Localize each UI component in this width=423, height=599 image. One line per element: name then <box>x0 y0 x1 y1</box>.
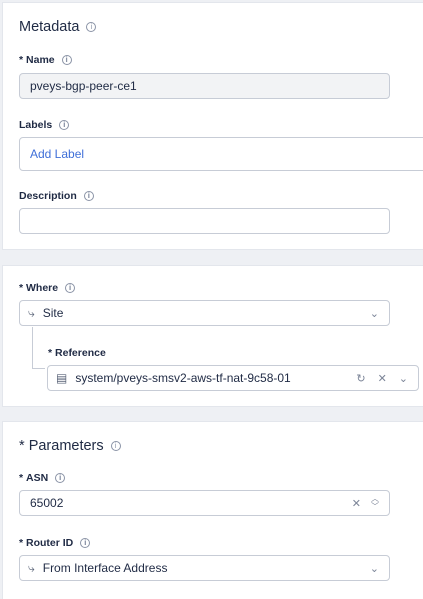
info-icon[interactable]: i <box>80 538 91 548</box>
parameters-card: * Parameters i * ASN i 65002 ✕ ︿ ﹀ * Rout… <box>2 421 423 599</box>
asn-value: 65002 <box>30 496 64 510</box>
info-icon[interactable]: i <box>86 22 97 32</box>
metadata-card: Metadata i * Name i pveys-bgp-peer-ce1 L… <box>2 2 423 250</box>
description-field[interactable] <box>19 208 390 234</box>
close-icon[interactable]: ✕ <box>352 497 361 510</box>
asn-label: * ASN i <box>19 472 66 484</box>
required-mark: * <box>19 438 25 454</box>
info-icon[interactable]: i <box>83 191 94 201</box>
where-card: * Where i ⤷ Site ⌄ * Reference ▤ system/… <box>2 265 423 407</box>
name-value: pveys-bgp-peer-ce1 <box>30 79 137 93</box>
parameters-title: Parameters <box>28 438 104 454</box>
asn-label-text: ASN <box>26 472 49 484</box>
asn-input[interactable]: 65002 ✕ ︿ ﹀ <box>19 490 390 516</box>
chevron-down-icon[interactable]: ⌄ <box>370 307 379 320</box>
refresh-icon[interactable]: ↻ <box>356 372 365 385</box>
metadata-section-title: Metadata i <box>19 19 97 35</box>
router-id-value: From Interface Address <box>42 561 168 575</box>
required-mark: * <box>19 282 24 294</box>
info-icon[interactable]: i <box>61 55 72 65</box>
labels-field[interactable]: Add Label <box>19 137 423 171</box>
description-label: Description i <box>19 190 94 202</box>
reference-label: * Reference <box>48 347 106 359</box>
chevron-down-icon[interactable]: ⌄ <box>399 372 408 385</box>
name-field[interactable]: pveys-bgp-peer-ce1 <box>19 73 390 99</box>
document-icon: ▤ <box>56 371 68 385</box>
reference-label-text: Reference <box>55 347 106 359</box>
where-label-text: Where <box>26 282 59 294</box>
name-label: * Name i <box>19 54 72 66</box>
tree-connector <box>32 327 45 369</box>
close-icon[interactable]: ✕ <box>378 372 387 385</box>
info-icon[interactable]: i <box>55 473 66 483</box>
info-icon[interactable]: i <box>65 283 76 293</box>
required-mark: * <box>19 537 24 549</box>
description-label-text: Description <box>19 190 77 202</box>
required-mark: * <box>19 472 24 484</box>
where-label: * Where i <box>19 282 76 294</box>
reference-value: system/pveys-smsv2-aws-tf-nat-9c58-01 <box>75 371 291 385</box>
name-label-text: Name <box>26 54 55 66</box>
metadata-title: Metadata <box>19 19 80 35</box>
reference-select[interactable]: ▤ system/pveys-smsv2-aws-tf-nat-9c58-01 … <box>47 365 419 391</box>
router-id-label: * Router ID i <box>19 537 91 549</box>
info-icon[interactable]: i <box>110 441 121 451</box>
labels-label: Labels i <box>19 119 70 131</box>
router-id-select[interactable]: ⤷ From Interface Address ⌄ <box>19 555 390 581</box>
required-mark: * <box>48 347 53 359</box>
router-id-label-text: Router ID <box>26 537 74 549</box>
required-mark: * <box>19 54 24 66</box>
where-select[interactable]: ⤷ Site ⌄ <box>19 300 390 326</box>
chevron-down-icon[interactable]: ⌄ <box>370 562 379 575</box>
stepper-icon[interactable]: ︿ ﹀ <box>371 495 379 511</box>
branch-icon: ⤷ <box>28 560 35 575</box>
where-value: Site <box>42 306 64 320</box>
labels-label-text: Labels <box>19 119 53 131</box>
parameters-section-title: * Parameters i <box>19 438 121 454</box>
branch-icon: ⤷ <box>28 305 35 320</box>
info-icon[interactable]: i <box>59 120 70 130</box>
add-label-link[interactable]: Add Label <box>20 147 423 161</box>
